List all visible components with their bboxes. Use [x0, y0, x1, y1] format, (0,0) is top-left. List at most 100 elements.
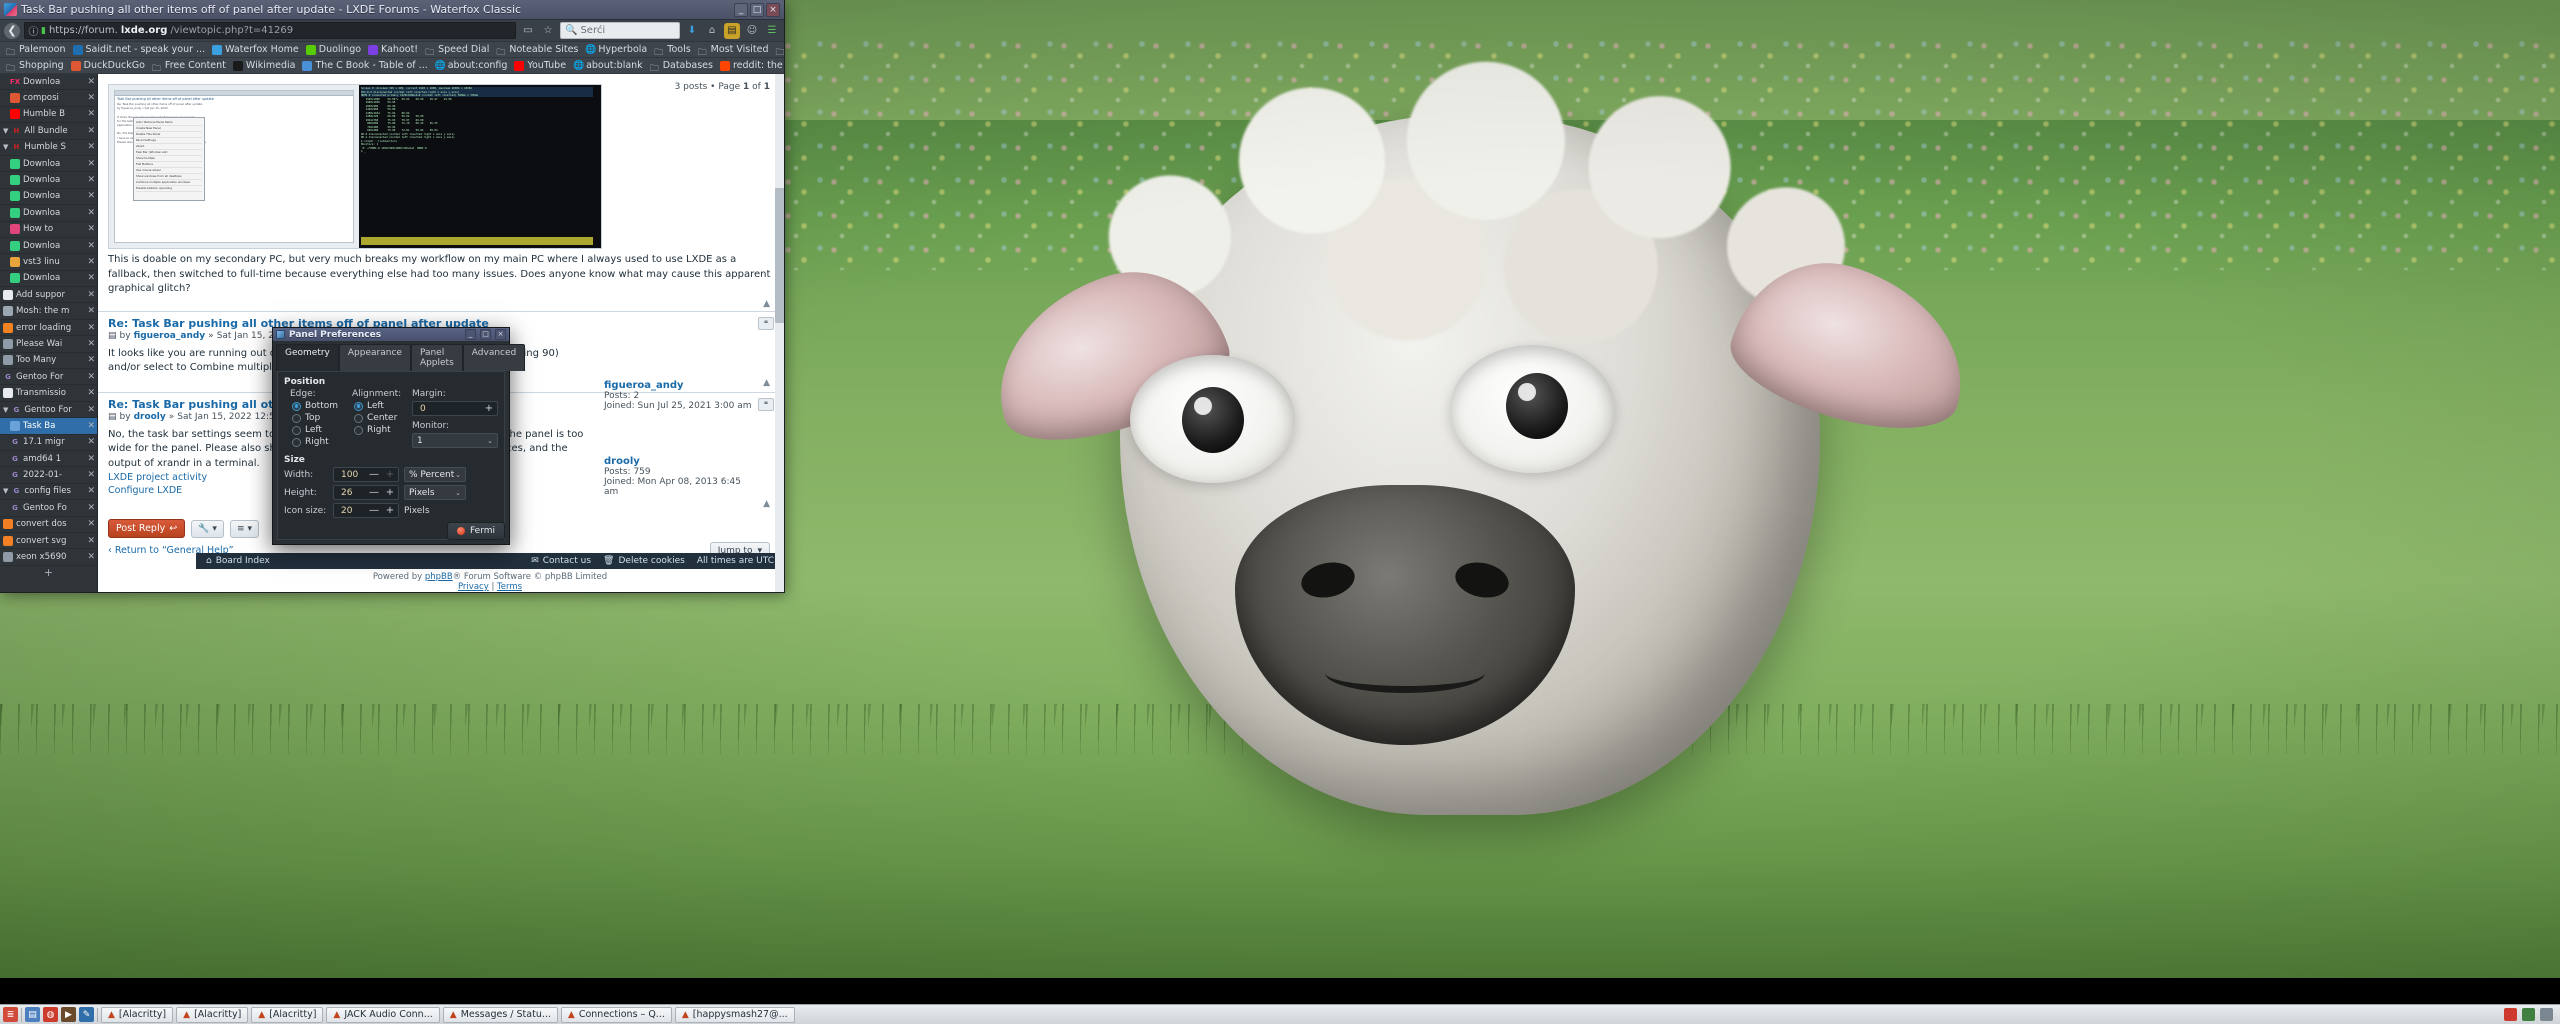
icon-size-value[interactable]: 20	[334, 506, 366, 516]
network-icon[interactable]	[2522, 1008, 2535, 1021]
height-minus-button[interactable]: —	[366, 487, 382, 498]
bookmark-item[interactable]: 🗀 Free Content	[149, 59, 229, 73]
close-tab-icon[interactable]: ✕	[87, 470, 95, 480]
close-tab-icon[interactable]: ✕	[87, 257, 95, 267]
delete-cookies-link[interactable]: 🗑 Delete cookies	[603, 556, 685, 566]
edge-option-top[interactable]: Top	[292, 413, 346, 423]
bookmark-item[interactable]: 🌐 Hyperbola	[582, 43, 650, 56]
dialog-tab-appearance[interactable]: Appearance	[338, 344, 411, 371]
bookmark-item[interactable]: 🌐 about:blank	[570, 59, 646, 72]
phpbb-link[interactable]: phpBB	[425, 572, 453, 582]
close-tab-icon[interactable]: ✕	[87, 437, 95, 447]
close-tab-icon[interactable]: ✕	[87, 175, 95, 185]
embedded-screenshot[interactable]: Task Bar pushing all other items off of …	[108, 84, 602, 249]
edge-option-left[interactable]: Left	[292, 425, 346, 435]
sidebar-tab-1[interactable]: composi ✕	[0, 90, 97, 107]
close-tab-icon[interactable]: ✕	[87, 536, 95, 546]
close-tab-icon[interactable]: ✕	[87, 290, 95, 300]
alignment-option-left[interactable]: Left	[354, 401, 408, 411]
new-tab-button[interactable]: +	[0, 566, 97, 580]
dialog-titlebar[interactable]: Panel Preferences _ □ ×	[273, 328, 509, 341]
bookmark-item[interactable]: 🗀Search Engines	[772, 43, 784, 58]
close-tab-icon[interactable]: ✕	[87, 273, 95, 283]
sidebar-tab-29[interactable]: xeon x5690 ✕	[0, 549, 97, 566]
height-plus-button[interactable]: +	[382, 487, 398, 498]
sidebar-tab-20[interactable]: ▼ G Gentoo For ✕	[0, 402, 97, 419]
privacy-link[interactable]: Privacy	[458, 582, 489, 592]
display-options-button[interactable]: ≡ ▾	[229, 519, 260, 538]
dialog-minimize-button[interactable]: _	[465, 329, 476, 340]
sidebar-tab-11[interactable]: vst3 linu ✕	[0, 254, 97, 271]
close-tab-icon[interactable]: ✕	[87, 519, 95, 529]
start-menu-icon[interactable]: ≣	[3, 1007, 18, 1022]
close-tab-icon[interactable]: ✕	[87, 339, 95, 349]
dialog-tab-advanced[interactable]: Advanced	[462, 344, 526, 371]
close-tab-icon[interactable]: ✕	[87, 421, 95, 431]
sidebar-tab-18[interactable]: G Gentoo For ✕	[0, 369, 97, 386]
width-spinner[interactable]: 100 — +	[333, 467, 399, 482]
terminal-icon[interactable]: ▶	[61, 1007, 76, 1022]
contact-us-link[interactable]: ✉ Contact us	[531, 556, 591, 566]
window-titlebar[interactable]: Task Bar pushing all other items off of …	[0, 0, 784, 20]
taskbar-button-6[interactable]: ▲ [happysmash27@...	[674, 1006, 795, 1023]
bookmark-item[interactable]: 🗀 Databases	[647, 59, 716, 73]
post-1-quote-button[interactable]: ❝	[758, 316, 774, 330]
back-icon[interactable]: ❮	[4, 22, 20, 39]
sidebar-tab-14[interactable]: Mosh: the m ✕	[0, 303, 97, 320]
taskbar-button-4[interactable]: ▲ Messages / Statu...	[442, 1006, 558, 1023]
alignment-option-center[interactable]: Center	[354, 413, 408, 423]
sidebar-tab-0[interactable]: FX Downloa ✕	[0, 74, 97, 91]
close-tab-icon[interactable]: ✕	[87, 388, 95, 398]
close-tab-icon[interactable]: ✕	[87, 323, 95, 333]
bookmark-item[interactable]: DuckDuckGo	[68, 59, 148, 72]
height-unit-select[interactable]: Pixels ⌄	[404, 485, 466, 500]
close-tab-icon[interactable]: ✕	[87, 109, 95, 119]
sidebar-tab-5[interactable]: Downloa ✕	[0, 156, 97, 173]
site-info-icon[interactable]: ⓘ	[29, 23, 39, 38]
bookmark-item[interactable]: 🗀 Shopping	[3, 59, 67, 73]
post-2-author[interactable]: drooly	[134, 412, 166, 422]
text-editor-icon[interactable]: ✎	[79, 1007, 94, 1022]
sidebar-tab-9[interactable]: How to ✕	[0, 222, 97, 238]
close-tab-icon[interactable]: ✕	[87, 224, 95, 234]
home-icon[interactable]: ⌂	[704, 23, 720, 39]
sidebar-tab-19[interactable]: Transmissio ✕	[0, 385, 97, 402]
bookmark-item[interactable]: The C Book - Table of ...	[299, 59, 430, 72]
board-index-link[interactable]: ⌂ Board Index	[206, 556, 270, 566]
browser-icon[interactable]: ◍	[43, 1007, 58, 1022]
clock-icon[interactable]	[2540, 1008, 2553, 1021]
terms-link[interactable]: Terms	[497, 582, 522, 592]
chevron-down-icon[interactable]: ▼	[3, 127, 8, 135]
alignment-option-right[interactable]: Right	[354, 425, 408, 435]
post-2-quote-button[interactable]: ❝	[758, 397, 774, 411]
library-icon[interactable]: ▤	[724, 22, 740, 39]
sidebar-tab-17[interactable]: Too Many ✕	[0, 353, 97, 370]
sidebar-tab-2[interactable]: Humble B ✕	[0, 107, 97, 124]
dialog-tab-geometry[interactable]: Geometry	[276, 344, 339, 371]
close-tab-icon[interactable]: ✕	[87, 372, 95, 382]
topic-tools-button[interactable]: 🔧 ▾	[191, 519, 224, 538]
bookmark-item[interactable]: reddit: the front page of ...	[717, 59, 784, 72]
scrollbar-thumb[interactable]	[775, 187, 784, 323]
sidebar-tab-13[interactable]: Add suppor ✕	[0, 287, 97, 304]
taskbar-button-0[interactable]: ▲ [Alacritty]	[101, 1006, 174, 1023]
sidebar-tab-12[interactable]: Downloa ✕	[0, 271, 97, 288]
width-unit-select[interactable]: % Percent ⌄	[404, 467, 466, 482]
url-bar[interactable]: ⓘ ▮ https://forum. lxde.org/viewtopic.php…	[24, 22, 516, 39]
close-tab-icon[interactable]: ✕	[87, 77, 95, 87]
bookmark-star-icon[interactable]: ☆	[540, 23, 556, 39]
volume-icon[interactable]	[2504, 1008, 2517, 1021]
minimize-button[interactable]: _	[734, 2, 748, 17]
close-tab-icon[interactable]: ✕	[87, 208, 95, 218]
sidebar-tab-15[interactable]: error loading ✕	[0, 320, 97, 337]
close-tab-icon[interactable]: ✕	[87, 159, 95, 169]
sidebar-tab-10[interactable]: Downloa ✕	[0, 238, 97, 255]
sidebar-tab-7[interactable]: Downloa ✕	[0, 189, 97, 206]
bookmark-item[interactable]: Waterfox Home	[209, 43, 302, 56]
icon-size-spinner[interactable]: 20 — +	[333, 503, 399, 518]
vertical-tab-sidebar[interactable]: FX Downloa ✕ composi ✕ Humble B ✕ ▼ H All Bundle ✕…	[0, 74, 98, 592]
height-spinner[interactable]: 26 — +	[333, 485, 399, 500]
sidebar-tab-24[interactable]: G 2022-01- ✕	[0, 467, 97, 484]
close-tab-icon[interactable]: ✕	[87, 306, 95, 316]
bookmark-item[interactable]: 🌐 about:config	[432, 59, 511, 72]
